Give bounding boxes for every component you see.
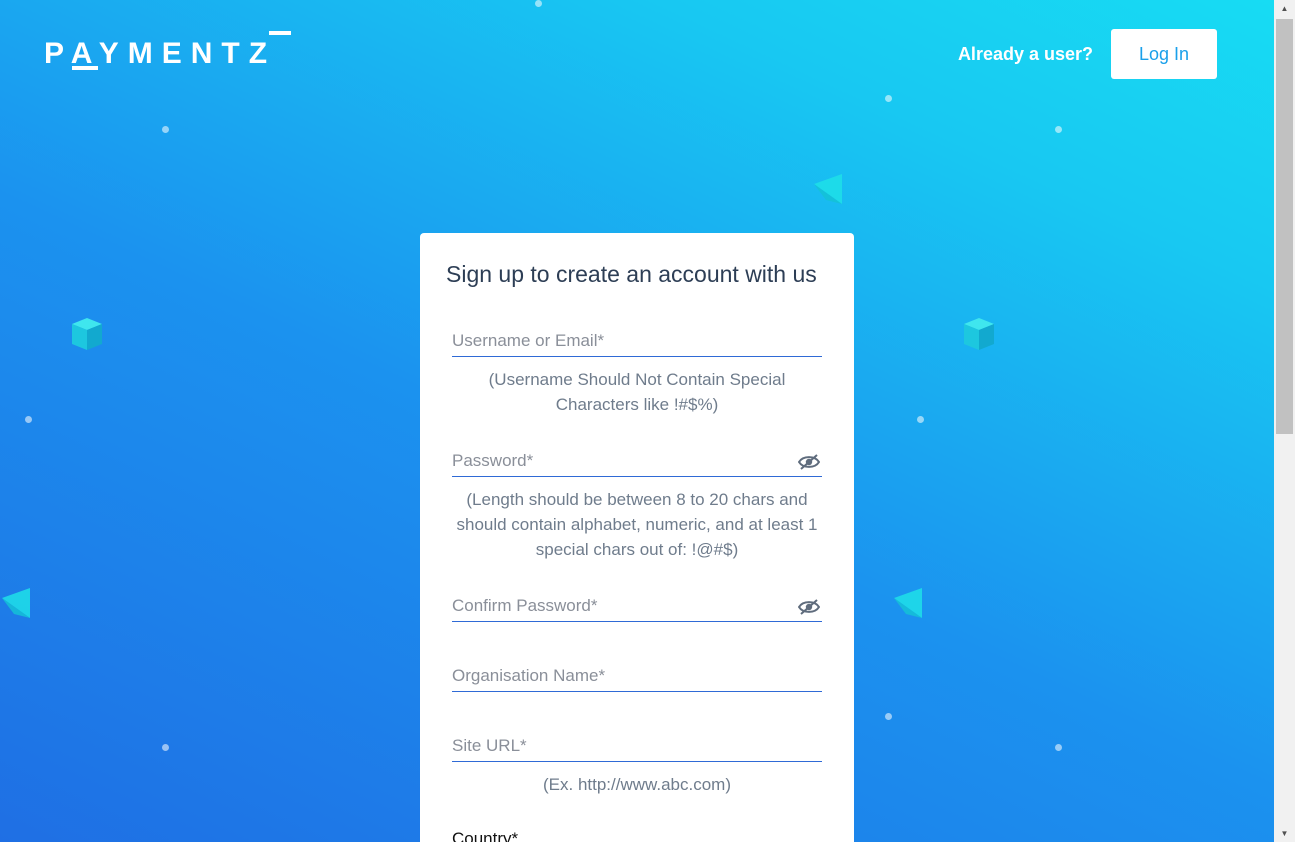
scroll-down-icon[interactable]: ▼	[1274, 825, 1295, 842]
eye-slash-icon[interactable]	[798, 599, 820, 615]
login-button[interactable]: Log In	[1111, 29, 1217, 79]
decor-triangle	[894, 588, 922, 618]
paymentz-logo: PAYMENTZ	[44, 31, 291, 70]
organisation-field	[452, 661, 822, 692]
scrollbar-thumb[interactable]	[1276, 19, 1293, 434]
username-input[interactable]	[452, 326, 822, 356]
decor-cube	[72, 318, 102, 350]
decor-dot	[1055, 126, 1062, 133]
vertical-scrollbar[interactable]: ▲ ▼	[1274, 0, 1295, 842]
decor-dot	[1055, 744, 1062, 751]
site-url-field	[452, 731, 822, 762]
decor-dot	[885, 713, 892, 720]
username-hint: (Username Should Not Contain Special Cha…	[488, 370, 786, 414]
organisation-input[interactable]	[452, 661, 822, 691]
username-field	[452, 326, 822, 357]
svg-text:PAYMENTZ: PAYMENTZ	[44, 37, 276, 70]
decor-dot	[917, 416, 924, 423]
already-user-text: Already a user?	[957, 43, 1093, 64]
eye-slash-icon[interactable]	[798, 454, 820, 470]
page-background: PAYMENTZ Already a user? Log In Sign up …	[0, 0, 1274, 842]
password-field	[452, 446, 822, 477]
confirm-password-field	[452, 591, 822, 622]
decor-dot	[162, 744, 169, 751]
password-hint: (Length should be between 8 to 20 chars …	[456, 490, 818, 559]
decor-dot	[535, 0, 542, 7]
password-input[interactable]	[452, 446, 822, 476]
country-label: Country*	[452, 829, 519, 842]
signup-card: Sign up to create an account with us (Us…	[420, 233, 854, 842]
confirm-password-input[interactable]	[452, 591, 822, 621]
site-url-input[interactable]	[452, 731, 822, 761]
site-url-hint: (Ex. http://www.abc.com)	[543, 775, 731, 794]
decor-dot	[162, 126, 169, 133]
form-title: Sign up to create an account with us	[446, 261, 817, 287]
decor-dot	[25, 416, 32, 423]
scroll-up-icon[interactable]: ▲	[1274, 0, 1295, 17]
decor-triangle	[2, 588, 30, 618]
decor-cube	[964, 318, 994, 350]
decor-triangle	[814, 174, 842, 204]
decor-dot	[885, 95, 892, 102]
